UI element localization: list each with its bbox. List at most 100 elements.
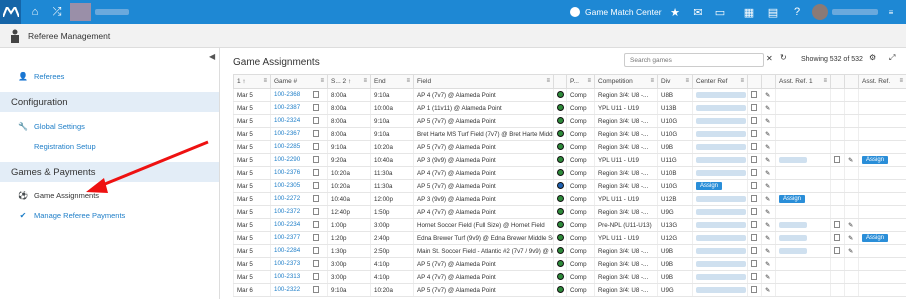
game-number-link[interactable]: 100-2324 <box>274 118 300 125</box>
asst-ref-1-cell[interactable]: Assign <box>775 192 831 206</box>
edit-icon-cell[interactable]: ✎ <box>761 283 776 297</box>
asst-ref-1-cell[interactable] <box>775 205 831 219</box>
edit-icon-cell[interactable] <box>844 140 859 154</box>
notes-icon-cell[interactable] <box>830 88 845 102</box>
center-ref-cell[interactable] <box>692 218 748 232</box>
edit-icon-cell[interactable]: ✎ <box>761 166 776 180</box>
edit-icon-cell[interactable]: ✎ <box>761 192 776 206</box>
message-icon[interactable]: ▭ <box>713 0 727 24</box>
center-ref-cell[interactable] <box>692 231 748 245</box>
asst-ref-2-cell[interactable] <box>858 127 906 141</box>
column-menu-icon[interactable]: ≡ <box>899 78 903 84</box>
document-icon[interactable] <box>834 221 840 229</box>
sidebar-item-game-assignments[interactable]: ⚽ Game Assignments <box>0 185 219 205</box>
column-header[interactable]: Competition ≡ <box>594 74 658 89</box>
edit-icon-cell[interactable] <box>844 257 859 271</box>
game-number-link[interactable]: 100-2305 <box>274 183 300 190</box>
document-icon[interactable] <box>751 260 757 268</box>
document-icon[interactable] <box>313 156 320 164</box>
document-icon[interactable] <box>313 247 320 255</box>
sidebar-item-registration-setup[interactable]: Registration Setup <box>0 136 219 156</box>
center-ref-cell[interactable] <box>692 88 748 102</box>
grid-icon[interactable]: ▤ <box>766 0 780 24</box>
assign-button[interactable]: Assign <box>779 195 806 203</box>
notes-icon-cell[interactable] <box>830 114 845 128</box>
notes-icon-cell[interactable] <box>830 140 845 154</box>
column-header[interactable] <box>553 74 567 89</box>
notes-icon-cell[interactable] <box>747 140 762 154</box>
document-icon[interactable] <box>313 208 320 216</box>
center-ref-cell[interactable] <box>692 114 748 128</box>
notes-icon-cell[interactable] <box>747 231 762 245</box>
edit-icon-cell[interactable]: ✎ <box>761 244 776 258</box>
edit-icon-cell[interactable] <box>844 88 859 102</box>
refresh-icon[interactable]: ↻ <box>780 53 787 62</box>
document-icon[interactable] <box>313 195 320 203</box>
column-menu-icon[interactable]: ≡ <box>263 78 267 84</box>
document-icon[interactable] <box>313 260 320 268</box>
column-menu-icon[interactable]: ≡ <box>685 78 689 84</box>
app-logo[interactable] <box>0 0 21 24</box>
collapse-sidebar-icon[interactable]: ◀ <box>209 52 215 61</box>
center-ref-cell[interactable] <box>692 270 748 284</box>
notes-icon-cell[interactable] <box>830 179 845 193</box>
document-icon[interactable] <box>751 104 757 112</box>
sidebar-item-global-settings[interactable]: 🔧 Global Settings <box>0 116 219 136</box>
asst-ref-1-cell[interactable] <box>775 127 831 141</box>
document-icon[interactable] <box>834 156 840 164</box>
edit-icon-cell[interactable]: ✎ <box>844 218 859 232</box>
edit-icon-cell[interactable] <box>844 270 859 284</box>
asst-ref-2-cell[interactable] <box>858 101 906 115</box>
edit-icon-cell[interactable]: ✎ <box>761 257 776 271</box>
notes-icon-cell[interactable] <box>830 270 845 284</box>
asst-ref-2-cell[interactable] <box>858 244 906 258</box>
document-icon[interactable] <box>751 247 757 255</box>
edit-icon-cell[interactable] <box>844 127 859 141</box>
asst-ref-1-cell[interactable] <box>775 231 831 245</box>
clear-search-icon[interactable]: ✕ <box>766 54 773 63</box>
notes-icon-cell[interactable] <box>747 270 762 284</box>
asst-ref-1-cell[interactable] <box>775 140 831 154</box>
search-input[interactable] <box>624 53 764 67</box>
column-header[interactable] <box>747 74 762 89</box>
document-icon[interactable] <box>751 182 757 190</box>
user-name-blurred[interactable] <box>832 9 878 15</box>
center-ref-cell[interactable] <box>692 153 748 167</box>
notes-icon-cell[interactable] <box>830 218 845 232</box>
center-ref-cell[interactable] <box>692 192 748 206</box>
edit-icon-cell[interactable] <box>844 114 859 128</box>
game-number-link[interactable]: 100-2373 <box>274 261 300 268</box>
home-icon[interactable]: ⌂ <box>26 0 44 24</box>
center-ref-cell[interactable] <box>692 244 748 258</box>
user-avatar[interactable] <box>812 4 828 20</box>
edit-icon-cell[interactable]: ✎ <box>844 231 859 245</box>
edit-icon-cell[interactable]: ✎ <box>761 153 776 167</box>
edit-icon-cell[interactable]: ✎ <box>761 179 776 193</box>
document-icon[interactable] <box>751 286 757 294</box>
asst-ref-2-cell[interactable] <box>858 140 906 154</box>
game-number-link[interactable]: 100-2372 <box>274 209 300 216</box>
document-icon[interactable] <box>313 143 320 151</box>
game-number-link[interactable]: 100-2368 <box>274 92 300 99</box>
column-header[interactable] <box>761 74 776 89</box>
column-header[interactable]: Div ≡ <box>657 74 693 89</box>
edit-icon-cell[interactable] <box>844 179 859 193</box>
column-menu-icon[interactable]: ≡ <box>406 78 410 84</box>
notes-icon-cell[interactable] <box>830 205 845 219</box>
notes-icon-cell[interactable] <box>747 257 762 271</box>
notes-icon-cell[interactable] <box>830 153 845 167</box>
column-menu-icon[interactable]: ≡ <box>363 78 367 84</box>
notes-icon-cell[interactable] <box>830 283 845 297</box>
mail-icon[interactable]: ✉ <box>690 0 706 24</box>
center-ref-cell[interactable] <box>692 205 748 219</box>
edit-icon-cell[interactable] <box>844 283 859 297</box>
asst-ref-2-cell[interactable] <box>858 218 906 232</box>
edit-icon-cell[interactable]: ✎ <box>844 244 859 258</box>
asst-ref-1-cell[interactable] <box>775 179 831 193</box>
document-icon[interactable] <box>751 143 757 151</box>
document-icon[interactable] <box>834 234 840 242</box>
column-menu-icon[interactable]: ≡ <box>546 78 550 84</box>
column-header[interactable]: 1 ↑ ≡ <box>233 74 271 89</box>
document-icon[interactable] <box>834 247 840 255</box>
edit-icon-cell[interactable]: ✎ <box>844 153 859 167</box>
